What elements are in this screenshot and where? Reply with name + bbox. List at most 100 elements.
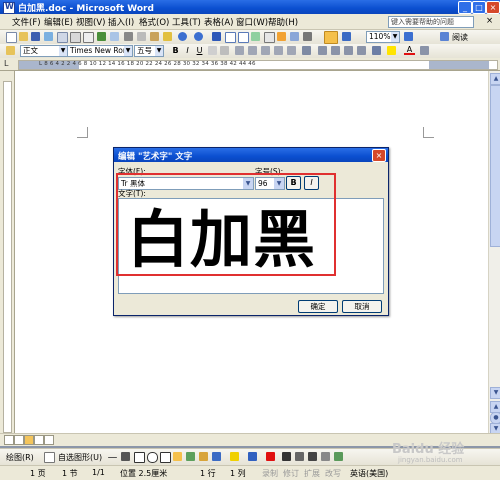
char-scaling-icon[interactable] [372, 46, 381, 55]
line-color-icon[interactable] [248, 452, 257, 461]
styles-pane-icon[interactable] [6, 46, 15, 55]
menu-tools[interactable]: 工具(T) [172, 16, 201, 28]
close-window-button[interactable]: × [486, 1, 500, 14]
vertical-ruler[interactable] [0, 71, 15, 433]
draw-menu-button[interactable]: 绘图(R) [6, 452, 34, 463]
diagram-icon[interactable] [186, 452, 195, 461]
drawing-icon[interactable] [277, 32, 286, 41]
line-style-icon[interactable] [282, 452, 291, 461]
bullets-icon[interactable] [331, 46, 340, 55]
research-icon[interactable] [110, 32, 119, 41]
menu-insert[interactable]: 插入(I) [108, 16, 134, 28]
line-icon[interactable] [108, 457, 117, 458]
menu-help[interactable]: 帮助(H) [268, 16, 298, 28]
email-icon[interactable] [57, 32, 68, 43]
print-preview-icon[interactable] [83, 32, 94, 43]
reading-view-icon[interactable] [44, 435, 54, 445]
3d-icon[interactable] [334, 452, 343, 461]
tab-selector-icon[interactable]: L [4, 59, 8, 68]
distribute-icon[interactable] [287, 46, 296, 55]
zoom-select[interactable]: 110% ▼ [366, 31, 400, 43]
help-search-input[interactable]: 键入需要帮助的问题 [388, 16, 474, 28]
scroll-down-icon[interactable]: ▼ [490, 387, 500, 399]
cut-icon[interactable] [124, 32, 133, 41]
vertical-scrollbar[interactable]: ▲ ▼ ▲ ● ▼ [488, 71, 500, 435]
help-icon[interactable] [404, 32, 413, 41]
print-view-icon[interactable] [24, 435, 34, 445]
insert-picture-icon[interactable] [342, 32, 351, 41]
textbox-icon[interactable] [160, 452, 171, 463]
read-mode-button[interactable]: 阅读 [452, 32, 468, 43]
menu-edit[interactable]: 编辑(E) [44, 16, 73, 28]
document-map-icon[interactable] [290, 32, 299, 41]
show-hide-icon[interactable] [303, 32, 312, 41]
read-mode-icon[interactable] [440, 32, 449, 41]
autoshapes-button[interactable]: 自选图形(U) [58, 452, 102, 463]
web-view-icon[interactable] [14, 435, 24, 445]
redo-icon[interactable] [194, 32, 203, 41]
align-right-icon[interactable] [261, 46, 270, 55]
scroll-thumb[interactable] [490, 85, 500, 247]
permission-icon[interactable] [44, 32, 53, 41]
word-app-icon[interactable] [3, 2, 15, 14]
increase-indent-icon[interactable] [357, 46, 366, 55]
font-select[interactable]: Times New Roman ▼ [67, 45, 133, 57]
bold-button[interactable]: B [170, 45, 181, 56]
save-icon[interactable] [31, 32, 40, 41]
font-color-button[interactable]: A [404, 44, 415, 55]
insert-table-icon[interactable] [238, 32, 249, 43]
align-left-icon[interactable] [235, 46, 244, 55]
menu-table[interactable]: 表格(A) [204, 16, 233, 28]
clipart-icon[interactable] [199, 452, 208, 461]
insert-excel-icon[interactable] [251, 32, 260, 41]
horizontal-ruler[interactable]: L L 8 6 4 2 2 4 6 8 10 12 14 16 18 20 22… [0, 58, 500, 71]
underline-button[interactable]: U [194, 45, 205, 56]
status-rec[interactable]: 录制 [262, 468, 278, 479]
dash-style-icon[interactable] [295, 452, 304, 461]
menu-file[interactable]: 文件(F) [12, 16, 41, 28]
paste-icon[interactable] [150, 32, 159, 41]
spelling-icon[interactable] [97, 32, 106, 41]
wordart-icon[interactable] [173, 452, 182, 461]
phonetic-guide-icon[interactable] [420, 46, 429, 55]
draw-font-color-icon[interactable] [266, 452, 275, 461]
arrow-style-icon[interactable] [308, 452, 317, 461]
menu-view[interactable]: 视图(V) [76, 16, 105, 28]
arrow-icon[interactable] [121, 452, 130, 461]
oval-icon[interactable] [147, 452, 158, 463]
document-close-button[interactable]: × [486, 16, 493, 26]
fill-color-icon[interactable] [230, 452, 239, 461]
dialog-close-button[interactable]: × [372, 149, 386, 162]
line-spacing-icon[interactable] [302, 46, 311, 55]
status-trk[interactable]: 修订 [283, 468, 299, 479]
menu-format[interactable]: 格式(O) [139, 16, 169, 28]
align-center-icon[interactable] [248, 46, 257, 55]
select-objects-icon[interactable] [44, 452, 55, 463]
cancel-button[interactable]: 取消 [342, 300, 382, 313]
new-document-icon[interactable] [6, 32, 17, 43]
justify-icon[interactable] [274, 46, 283, 55]
hyperlink-icon[interactable] [212, 32, 221, 41]
format-painter-icon[interactable] [163, 32, 172, 41]
maximize-button[interactable]: □ [472, 1, 486, 14]
minimize-button[interactable]: _ [458, 1, 472, 14]
open-folder-icon[interactable] [19, 32, 28, 41]
outline-view-icon[interactable] [34, 435, 44, 445]
tables-borders-icon[interactable] [225, 32, 236, 43]
menu-window[interactable]: 窗口(W) [236, 16, 268, 28]
picture-icon[interactable] [212, 452, 221, 461]
highlight-icon[interactable] [387, 46, 396, 55]
columns-icon[interactable] [264, 32, 275, 43]
shadow-icon[interactable] [321, 452, 330, 461]
ruler-bar[interactable]: L 8 6 4 2 2 4 6 8 10 12 14 16 18 20 22 2… [18, 60, 498, 70]
char-shading-icon[interactable] [220, 46, 229, 55]
char-border-icon[interactable] [208, 46, 217, 55]
normal-view-icon[interactable] [4, 435, 14, 445]
style-select[interactable]: 正文 ▼ [20, 45, 68, 57]
decrease-indent-icon[interactable] [344, 46, 353, 55]
copy-icon[interactable] [137, 32, 146, 41]
size-select[interactable]: 五号 ▼ [134, 45, 164, 57]
insert-wordart-icon[interactable] [324, 31, 338, 44]
undo-icon[interactable] [178, 32, 187, 41]
print-icon[interactable] [70, 32, 81, 43]
